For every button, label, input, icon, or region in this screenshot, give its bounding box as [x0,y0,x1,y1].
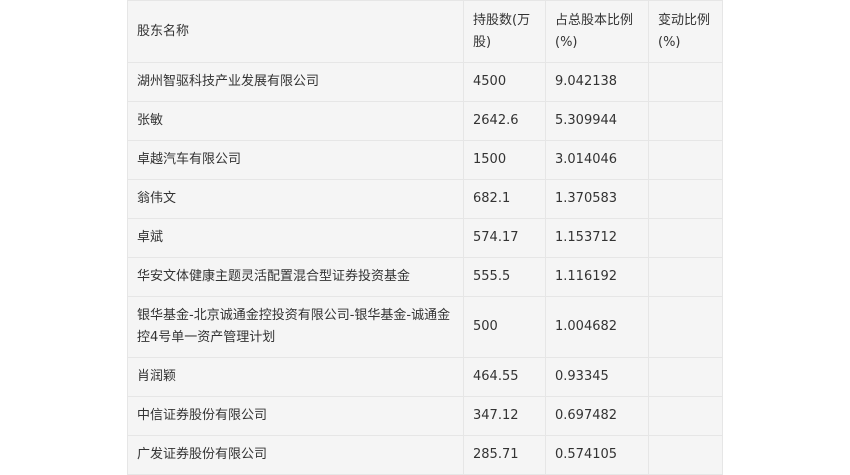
table-row: 银华基金-北京诚通金控投资有限公司-银华基金-诚通金控4号单一资产管理计划 50… [127,296,723,358]
cell-share-ratio: 1.153712 [545,218,649,258]
cell-shareholder-name: 卓越汽车有限公司 [127,140,464,180]
cell-shares-held: 500 [463,296,546,358]
cell-change-ratio [648,62,723,102]
table-header-row: 股东名称 持股数(万股) 占总股本比例(%) 变动比例(%) [127,0,723,63]
cell-shareholder-name: 湖州智驱科技产业发展有限公司 [127,62,464,102]
cell-shares-held: 682.1 [463,179,546,219]
table-row: 湖州智驱科技产业发展有限公司 4500 9.042138 [127,62,723,102]
table-row: 翁伟文 682.1 1.370583 [127,179,723,219]
cell-share-ratio: 0.697482 [545,396,649,436]
cell-shareholder-name: 肖润颖 [127,357,464,397]
cell-shares-held: 1500 [463,140,546,180]
cell-change-ratio [648,296,723,358]
cell-change-ratio [648,435,723,475]
cell-share-ratio: 1.370583 [545,179,649,219]
cell-share-ratio: 1.116192 [545,257,649,297]
cell-shareholder-name: 翁伟文 [127,179,464,219]
cell-shareholder-name: 张敏 [127,101,464,141]
table-row: 华安文体健康主题灵活配置混合型证券投资基金 555.5 1.116192 [127,257,723,297]
cell-change-ratio [648,140,723,180]
table-row: 卓越汽车有限公司 1500 3.014046 [127,140,723,180]
cell-change-ratio [648,218,723,258]
cell-shareholder-name: 卓斌 [127,218,464,258]
cell-shareholder-name: 银华基金-北京诚通金控投资有限公司-银华基金-诚通金控4号单一资产管理计划 [127,296,464,358]
cell-change-ratio [648,357,723,397]
header-shares-held: 持股数(万股) [463,0,546,63]
cell-share-ratio: 9.042138 [545,62,649,102]
header-change-ratio: 变动比例(%) [648,0,723,63]
table-row: 中信证券股份有限公司 347.12 0.697482 [127,396,723,436]
cell-shares-held: 574.17 [463,218,546,258]
cell-share-ratio: 1.004682 [545,296,649,358]
cell-change-ratio [648,179,723,219]
header-share-ratio: 占总股本比例(%) [545,0,649,63]
cell-share-ratio: 0.574105 [545,435,649,475]
cell-shares-held: 555.5 [463,257,546,297]
table-row: 肖润颖 464.55 0.93345 [127,357,723,397]
cell-change-ratio [648,396,723,436]
cell-shares-held: 2642.6 [463,101,546,141]
table-row: 广发证券股份有限公司 285.71 0.574105 [127,435,723,475]
shareholder-table: 股东名称 持股数(万股) 占总股本比例(%) 变动比例(%) 湖州智驱科技产业发… [127,0,723,475]
cell-shareholder-name: 华安文体健康主题灵活配置混合型证券投资基金 [127,257,464,297]
cell-shareholder-name: 中信证券股份有限公司 [127,396,464,436]
cell-change-ratio [648,257,723,297]
cell-shares-held: 464.55 [463,357,546,397]
cell-shares-held: 285.71 [463,435,546,475]
cell-share-ratio: 5.309944 [545,101,649,141]
shareholder-table-container: 股东名称 持股数(万股) 占总股本比例(%) 变动比例(%) 湖州智驱科技产业发… [127,0,723,475]
table-row: 张敏 2642.6 5.309944 [127,101,723,141]
header-shareholder-name: 股东名称 [127,0,464,63]
table-row: 卓斌 574.17 1.153712 [127,218,723,258]
cell-change-ratio [648,101,723,141]
cell-shareholder-name: 广发证券股份有限公司 [127,435,464,475]
cell-share-ratio: 3.014046 [545,140,649,180]
cell-share-ratio: 0.93345 [545,357,649,397]
cell-shares-held: 347.12 [463,396,546,436]
cell-shares-held: 4500 [463,62,546,102]
